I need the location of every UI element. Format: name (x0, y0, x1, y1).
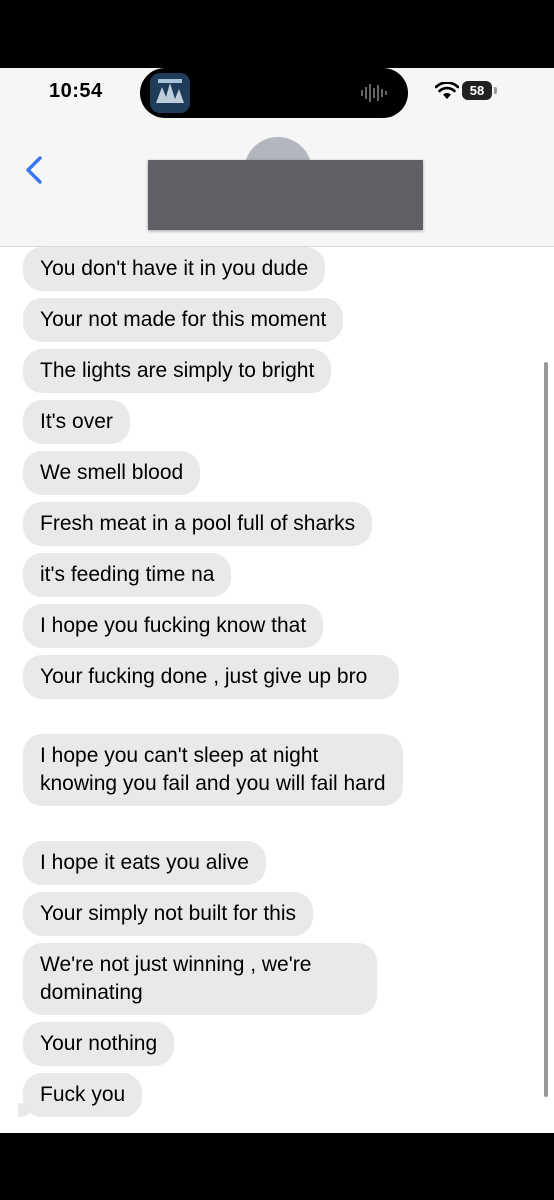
chevron-left-icon (26, 156, 42, 184)
scrollbar[interactable] (544, 362, 548, 1097)
back-button[interactable] (14, 150, 54, 190)
message-bubble[interactable]: You don't have it in you dude (23, 247, 326, 291)
message-bubble[interactable]: Your fucking done , just give up bro (23, 655, 399, 699)
wifi-icon (435, 82, 459, 99)
now-playing-artwork-icon[interactable] (150, 73, 190, 113)
message-bubble[interactable]: The lights are simply to bright (23, 349, 332, 393)
message-bubble[interactable]: it's feeding time na (23, 553, 232, 597)
message-bubble[interactable]: I hope it eats you alive (23, 841, 266, 885)
status-bar: 10:54 58 (0, 68, 554, 120)
status-time: 10:54 (49, 80, 103, 102)
message-bubble[interactable]: I hope you can't sleep at night knowing … (23, 734, 403, 806)
message-bubble[interactable]: It's over (23, 400, 130, 444)
waveform-icon (361, 84, 387, 102)
message-bubble[interactable]: Your not made for this moment (23, 298, 344, 342)
message-bubble[interactable]: We smell blood (23, 451, 201, 495)
redacted-contact-name (148, 160, 423, 230)
message-bubble[interactable]: Fuck you (17, 1073, 143, 1117)
message-bubble[interactable]: We're not just winning , we're dominatin… (23, 943, 377, 1015)
battery-level: 58 (462, 81, 492, 100)
top-black-border (0, 0, 554, 68)
battery-icon: 58 (462, 81, 498, 100)
message-bubble[interactable]: Your nothing (23, 1022, 175, 1066)
message-bubble[interactable]: Fresh meat in a pool full of sharks (23, 502, 373, 546)
message-bubble[interactable]: Your simply not built for this (23, 892, 314, 936)
conversation-header (0, 120, 554, 247)
dynamic-island[interactable] (140, 68, 408, 118)
message-thread: You don't have it in you dude Your not m… (0, 247, 554, 1133)
battery-tip (494, 87, 497, 94)
phone-screen: 10:54 58 You don't have it in you dude Y… (0, 68, 554, 1133)
message-bubble[interactable]: I hope you fucking know that (23, 604, 324, 648)
bottom-black-border (0, 1133, 554, 1200)
